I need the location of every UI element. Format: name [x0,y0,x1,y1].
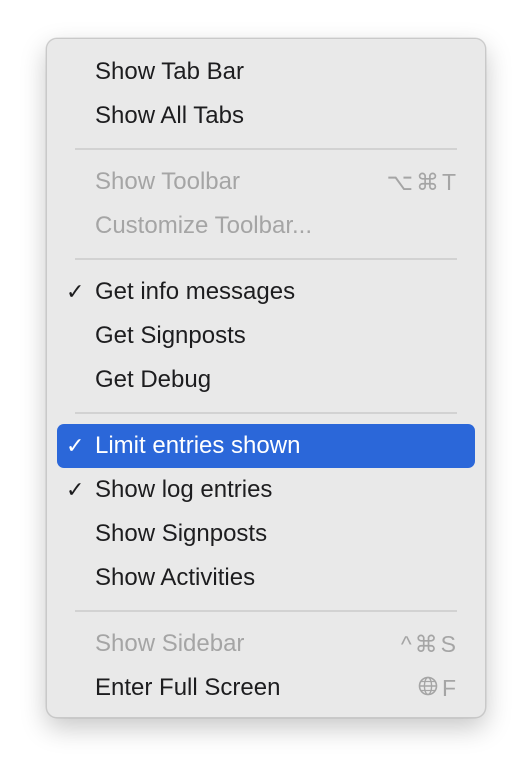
menu-item-label: Show Tab Bar [95,58,244,85]
menu-item-label: Show Activities [95,564,256,591]
menu-item-label: Limit entries shown [95,432,301,459]
menu-item-limit-entries-shown[interactable]: ✓ Limit entries shown [57,424,475,468]
menu-item-label: Show All Tabs [95,102,244,129]
menu-item-show-signposts[interactable]: Show Signposts [57,512,475,556]
shortcut-key: F [441,675,459,701]
menu-item-get-debug[interactable]: Get Debug [57,358,475,402]
globe-icon [418,666,438,710]
keyboard-shortcut: ⌥⌘T [386,169,459,195]
menu-item-label: Get info messages [95,278,296,305]
menu-item-label: Get Debug [95,366,212,393]
menu-item-label: Show log entries [95,476,273,503]
menu-item-get-signposts[interactable]: Get Signposts [57,314,475,358]
menu-item-label: Show Sidebar [95,630,245,657]
menu-item-show-all-tabs[interactable]: Show All Tabs [57,94,475,138]
checkmark-icon: ✓ [66,279,85,304]
menu-item-show-tab-bar[interactable]: Show Tab Bar [57,50,475,94]
menu-item-get-info-messages[interactable]: ✓ Get info messages [57,270,475,314]
menu-item-label: Customize Toolbar... [95,212,312,239]
menu-item-show-toolbar: Show Toolbar ⌥⌘T [57,160,475,204]
keyboard-shortcut: ^⌘S [400,631,459,657]
menu-item-label: Get Signposts [95,322,246,349]
menu-separator [75,600,457,622]
menu-separator [75,402,457,424]
checkmark-icon: ✓ [66,433,85,458]
menu-item-label: Enter Full Screen [95,674,281,701]
menu-item-label: Show Signposts [95,520,268,547]
menu-item-show-log-entries[interactable]: ✓ Show log entries [57,468,475,512]
checkmark-icon: ✓ [66,477,85,502]
view-menu: Show Tab Bar Show All Tabs Show Toolbar … [46,38,486,718]
menu-item-show-activities[interactable]: Show Activities [57,556,475,600]
menu-item-label: Show Toolbar [95,168,240,195]
menu-item-show-sidebar: Show Sidebar ^⌘S [57,622,475,666]
menu-item-enter-full-screen[interactable]: Enter Full Screen F [57,666,475,710]
menu-separator [75,248,457,270]
menu-separator [75,138,457,160]
menu-item-customize-toolbar: Customize Toolbar... [57,204,475,248]
keyboard-shortcut: F [418,666,459,710]
